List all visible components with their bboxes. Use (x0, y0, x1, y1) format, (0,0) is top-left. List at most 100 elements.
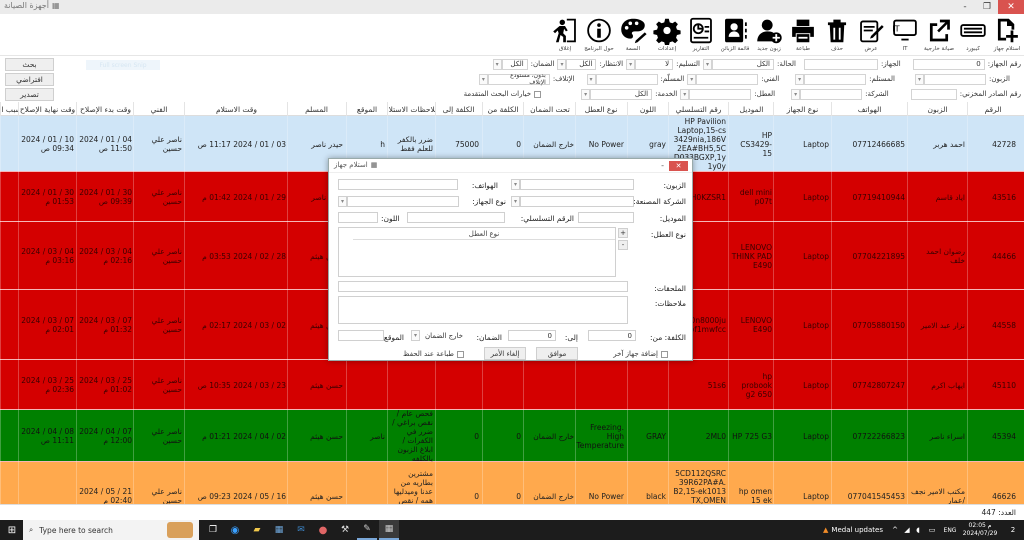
table-row[interactable]: 45110ايهاب اكرم07742807247Laptophp probo… (0, 360, 1024, 410)
advanced-search-option[interactable]: خيارات البحث المتقدمة (464, 90, 541, 98)
device-no-input[interactable]: 0 (913, 59, 985, 70)
column-header[interactable]: رقم التسلسلي (668, 102, 728, 116)
chrome-icon[interactable]: ● (313, 520, 333, 540)
store-icon[interactable]: ▦ (269, 520, 289, 540)
cancel-button[interactable]: إلغاء الأمر (484, 347, 526, 360)
service-select[interactable]: الكل (590, 89, 652, 100)
add-fault-button[interactable]: + (618, 228, 628, 238)
tools-app-icon[interactable]: ⚒ (335, 520, 355, 540)
deliverer-select[interactable] (596, 74, 658, 85)
column-header[interactable]: وقت بدء الإصلاح (76, 102, 134, 116)
close-button[interactable]: ✕ (998, 0, 1024, 14)
network-icon[interactable]: ◢ (902, 520, 912, 540)
search-button[interactable]: بحث (5, 58, 54, 71)
notifications-icon[interactable]: 2 (1004, 520, 1022, 540)
ribbon-button-new-document-plus[interactable]: استلام جهاز (990, 14, 1024, 56)
chevron-down-icon[interactable]: ▾ (680, 89, 689, 100)
cost-to-input[interactable]: 0 (508, 330, 556, 341)
ribbon-button-external-link[interactable]: صيانة خارجية (922, 14, 956, 56)
ok-button[interactable]: موافق (536, 347, 578, 360)
advanced-search-checkbox[interactable] (534, 91, 541, 98)
column-header[interactable]: نوع العطل (575, 102, 626, 116)
warranty-select[interactable]: الكل (502, 59, 528, 70)
location-input[interactable] (338, 330, 384, 341)
chevron-down-icon[interactable]: ▾ (511, 179, 520, 190)
edge-browser-icon[interactable]: ◉ (225, 520, 245, 540)
tray-chevron-up-icon[interactable]: ^ (890, 520, 900, 540)
keyboard-tray-icon[interactable]: ▭ (925, 520, 939, 540)
column-header[interactable]: الفني (133, 102, 184, 116)
ribbon-button-palette[interactable]: السمة (616, 14, 650, 56)
chevron-down-icon[interactable]: ▾ (626, 59, 635, 70)
fault-type-list[interactable]: نوع العطل (338, 227, 616, 277)
maintenance-app-icon[interactable]: ▦ (379, 520, 399, 540)
column-header[interactable]: الموديل (728, 102, 774, 116)
chevron-down-icon[interactable]: ▾ (795, 74, 804, 85)
column-header[interactable]: وقت الاستلام (184, 102, 288, 116)
ribbon-button-keyboard[interactable]: كيبورد (956, 14, 990, 56)
windows-start-icon[interactable]: ⊞ (2, 520, 22, 540)
chevron-down-icon[interactable]: ▾ (338, 196, 347, 207)
chevron-down-icon[interactable]: ▾ (493, 59, 502, 70)
ribbon-button-contacts-book[interactable]: قائمة الزبائن (718, 14, 752, 56)
column-header[interactable]: اللون (627, 102, 668, 116)
mail-icon[interactable]: ✉ (291, 520, 311, 540)
status-select[interactable]: الكل (712, 59, 774, 70)
ribbon-button-gear[interactable]: إعدادات (650, 14, 684, 56)
chevron-down-icon[interactable]: ▾ (791, 89, 800, 100)
ribbon-button-edit-notepad[interactable]: عرض (854, 14, 888, 56)
chevron-down-icon[interactable]: ▾ (915, 74, 924, 85)
checkbox-box[interactable] (661, 351, 668, 358)
volume-icon[interactable]: ◖ (913, 520, 923, 540)
chevron-down-icon[interactable]: ▾ (411, 330, 420, 341)
maker-input[interactable] (520, 196, 634, 207)
ribbon-button-trash[interactable]: حذف (820, 14, 854, 56)
file-explorer-icon[interactable]: ▰ (247, 520, 267, 540)
delivery-select[interactable]: لا (635, 59, 673, 70)
device-type-select[interactable] (347, 196, 459, 207)
customer-input[interactable] (520, 179, 634, 190)
minimize-button[interactable]: - (954, 0, 976, 14)
chevron-down-icon[interactable]: ▾ (557, 59, 566, 70)
model-input[interactable] (578, 212, 634, 223)
customer-select[interactable] (924, 74, 986, 85)
language-indicator[interactable]: ENG (942, 520, 958, 540)
column-header[interactable]: ملاحظات الاستلام (387, 102, 435, 116)
tech-select[interactable] (696, 74, 758, 85)
remove-fault-button[interactable]: - (618, 240, 628, 250)
ribbon-button-report-chart[interactable]: التقارير (684, 14, 718, 56)
chevron-down-icon[interactable]: ▾ (581, 89, 590, 100)
clock[interactable]: 02:05 م2024/07/29 (960, 520, 1000, 540)
table-row[interactable]: 46626مكتب الامير نجف /عمار077041545453La… (0, 462, 1024, 504)
ribbon-button-it-monitor[interactable]: ITIT (888, 14, 922, 56)
column-header[interactable]: تحت الضمان (523, 102, 576, 116)
wait-select[interactable]: الكل (566, 59, 596, 70)
print-on-save-checkbox[interactable]: طباعة عند الحفظ (403, 350, 464, 358)
task-view-icon[interactable]: ❐ (203, 520, 223, 540)
serial-input[interactable] (407, 212, 505, 223)
chevron-down-icon[interactable]: ▾ (479, 74, 488, 85)
column-header[interactable]: وقت نهاية الإصلاح (18, 102, 76, 116)
dialog-minimize-button[interactable]: - (661, 161, 664, 170)
phones-input[interactable] (338, 179, 458, 190)
color-input[interactable] (338, 212, 378, 223)
fault-select[interactable] (689, 89, 751, 100)
maximize-button[interactable]: ❐ (976, 0, 998, 14)
taskbar-search-box[interactable]: ⌕ Type here to search (23, 520, 199, 540)
chevron-down-icon[interactable]: ▾ (511, 196, 520, 207)
column-header[interactable]: الموقع (346, 102, 387, 116)
add-another-device-checkbox[interactable]: إضافة جهاز آخر (613, 350, 668, 358)
ribbon-button-info[interactable]: حول البرنامج (582, 14, 616, 56)
export-button[interactable]: تصدير (5, 88, 54, 101)
chevron-down-icon[interactable]: ▾ (703, 59, 712, 70)
paint-app-icon[interactable]: ✎ (357, 520, 377, 540)
column-header[interactable]: الكلفة من (482, 102, 523, 116)
warranty-select[interactable]: خارج الضمان (420, 330, 466, 341)
default-button[interactable]: افتراضي (5, 73, 54, 86)
device-input[interactable] (804, 59, 878, 70)
ribbon-button-add-user[interactable]: زبون جديد (752, 14, 786, 56)
column-header[interactable]: الكلفة إلى (435, 102, 481, 116)
dialog-close-button[interactable]: ✕ (669, 161, 688, 171)
ribbon-button-printer[interactable]: طباعة (786, 14, 820, 56)
damage-select[interactable]: بدون، مستودع الإتلاف (488, 74, 550, 85)
